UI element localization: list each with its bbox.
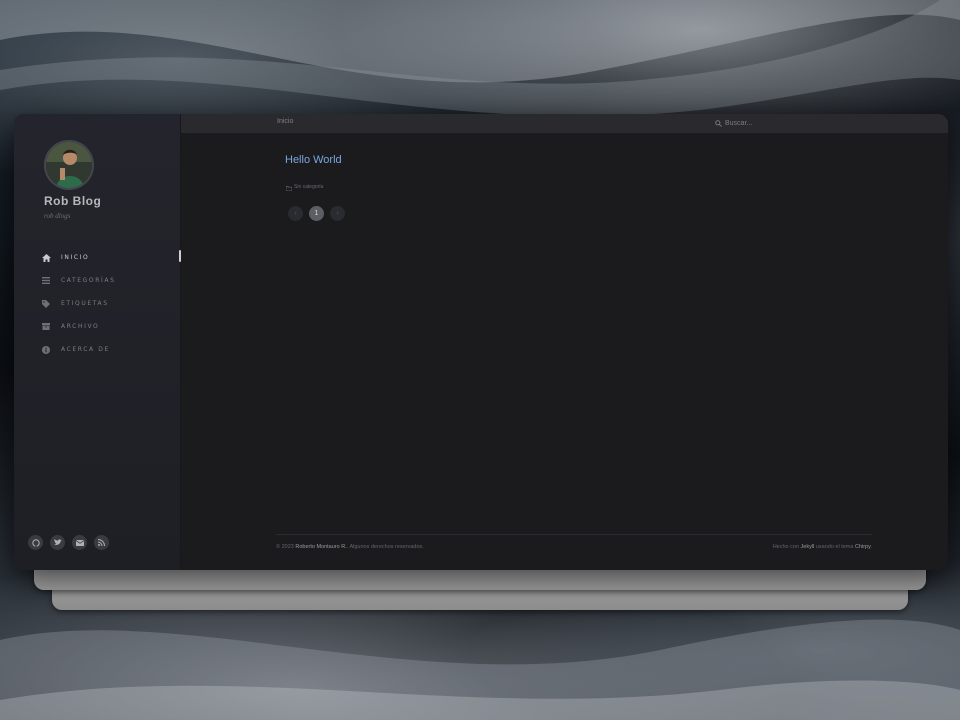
nav-item-inicio[interactable]: INICIO bbox=[14, 246, 180, 269]
post-category[interactable]: Sin categoría bbox=[294, 184, 323, 190]
sidebar: Rob Blog rob dlogs INICIO CATEGORÍAS ETI… bbox=[14, 114, 181, 570]
footer-year: © 2023 bbox=[276, 544, 294, 550]
search-box[interactable] bbox=[715, 116, 895, 130]
stream-icon bbox=[41, 276, 51, 286]
nav-item-etiquetas[interactable]: ETIQUETAS bbox=[14, 292, 180, 315]
pagination-next-button[interactable]: › bbox=[330, 206, 345, 221]
breadcrumb[interactable]: Inicio bbox=[277, 118, 293, 125]
info-icon bbox=[41, 345, 51, 355]
twitter-icon[interactable] bbox=[50, 535, 65, 550]
search-icon bbox=[715, 114, 722, 132]
github-icon[interactable] bbox=[28, 535, 43, 550]
footer-divider bbox=[276, 534, 872, 535]
footer-theme-mid: usando el tema bbox=[815, 544, 854, 550]
browser-window: Rob Blog rob dlogs INICIO CATEGORÍAS ETI… bbox=[14, 114, 948, 570]
sidebar-nav: INICIO CATEGORÍAS ETIQUETAS ARCHIVO ACER… bbox=[14, 246, 180, 361]
footer-jekyll-link[interactable]: Jekyll bbox=[801, 544, 815, 550]
nav-item-acerca[interactable]: ACERCA DE bbox=[14, 338, 180, 361]
nav-item-label: ACERCA DE bbox=[61, 346, 110, 353]
nav-item-label: ETIQUETAS bbox=[61, 300, 109, 307]
nav-item-label: ARCHIVO bbox=[61, 323, 100, 330]
pagination-prev-button[interactable]: ‹ bbox=[288, 206, 303, 221]
footer-credits: Hecho con Jekyll usando el tema Chirpy. bbox=[772, 544, 872, 550]
topbar: Inicio bbox=[181, 114, 948, 133]
rss-icon[interactable] bbox=[94, 535, 109, 550]
search-input[interactable] bbox=[722, 119, 875, 127]
archive-icon bbox=[41, 322, 51, 332]
footer-copyright: © 2023 Roberto Montauro R.. Algunos dere… bbox=[276, 544, 424, 550]
nav-item-label: CATEGORÍAS bbox=[61, 277, 116, 284]
folder-icon bbox=[285, 178, 293, 196]
site-title[interactable]: Rob Blog bbox=[44, 194, 101, 208]
post-meta: Sin categoría bbox=[285, 178, 323, 196]
nav-item-archivo[interactable]: ARCHIVO bbox=[14, 315, 180, 338]
nav-active-indicator bbox=[179, 250, 181, 262]
email-icon[interactable] bbox=[72, 535, 87, 550]
footer-powered-prefix: Hecho con bbox=[772, 544, 799, 550]
footer-rights: Algunos derechos reservados. bbox=[349, 544, 424, 550]
avatar[interactable] bbox=[44, 140, 94, 190]
footer-chirpy-link[interactable]: Chirpy bbox=[855, 544, 871, 550]
avatar-image bbox=[46, 142, 92, 188]
social-links bbox=[28, 535, 109, 550]
tag-icon bbox=[41, 299, 51, 309]
site-subtitle: rob dlogs bbox=[44, 212, 71, 220]
pagination: ‹ 1 › bbox=[288, 206, 345, 221]
footer-author-link[interactable]: Roberto Montauro R. bbox=[295, 544, 346, 550]
nav-item-label: INICIO bbox=[61, 254, 90, 261]
home-icon bbox=[41, 253, 51, 263]
pagination-page-1[interactable]: 1 bbox=[309, 206, 324, 221]
post-title-link[interactable]: Hello World bbox=[285, 154, 342, 166]
nav-item-categorias[interactable]: CATEGORÍAS bbox=[14, 269, 180, 292]
